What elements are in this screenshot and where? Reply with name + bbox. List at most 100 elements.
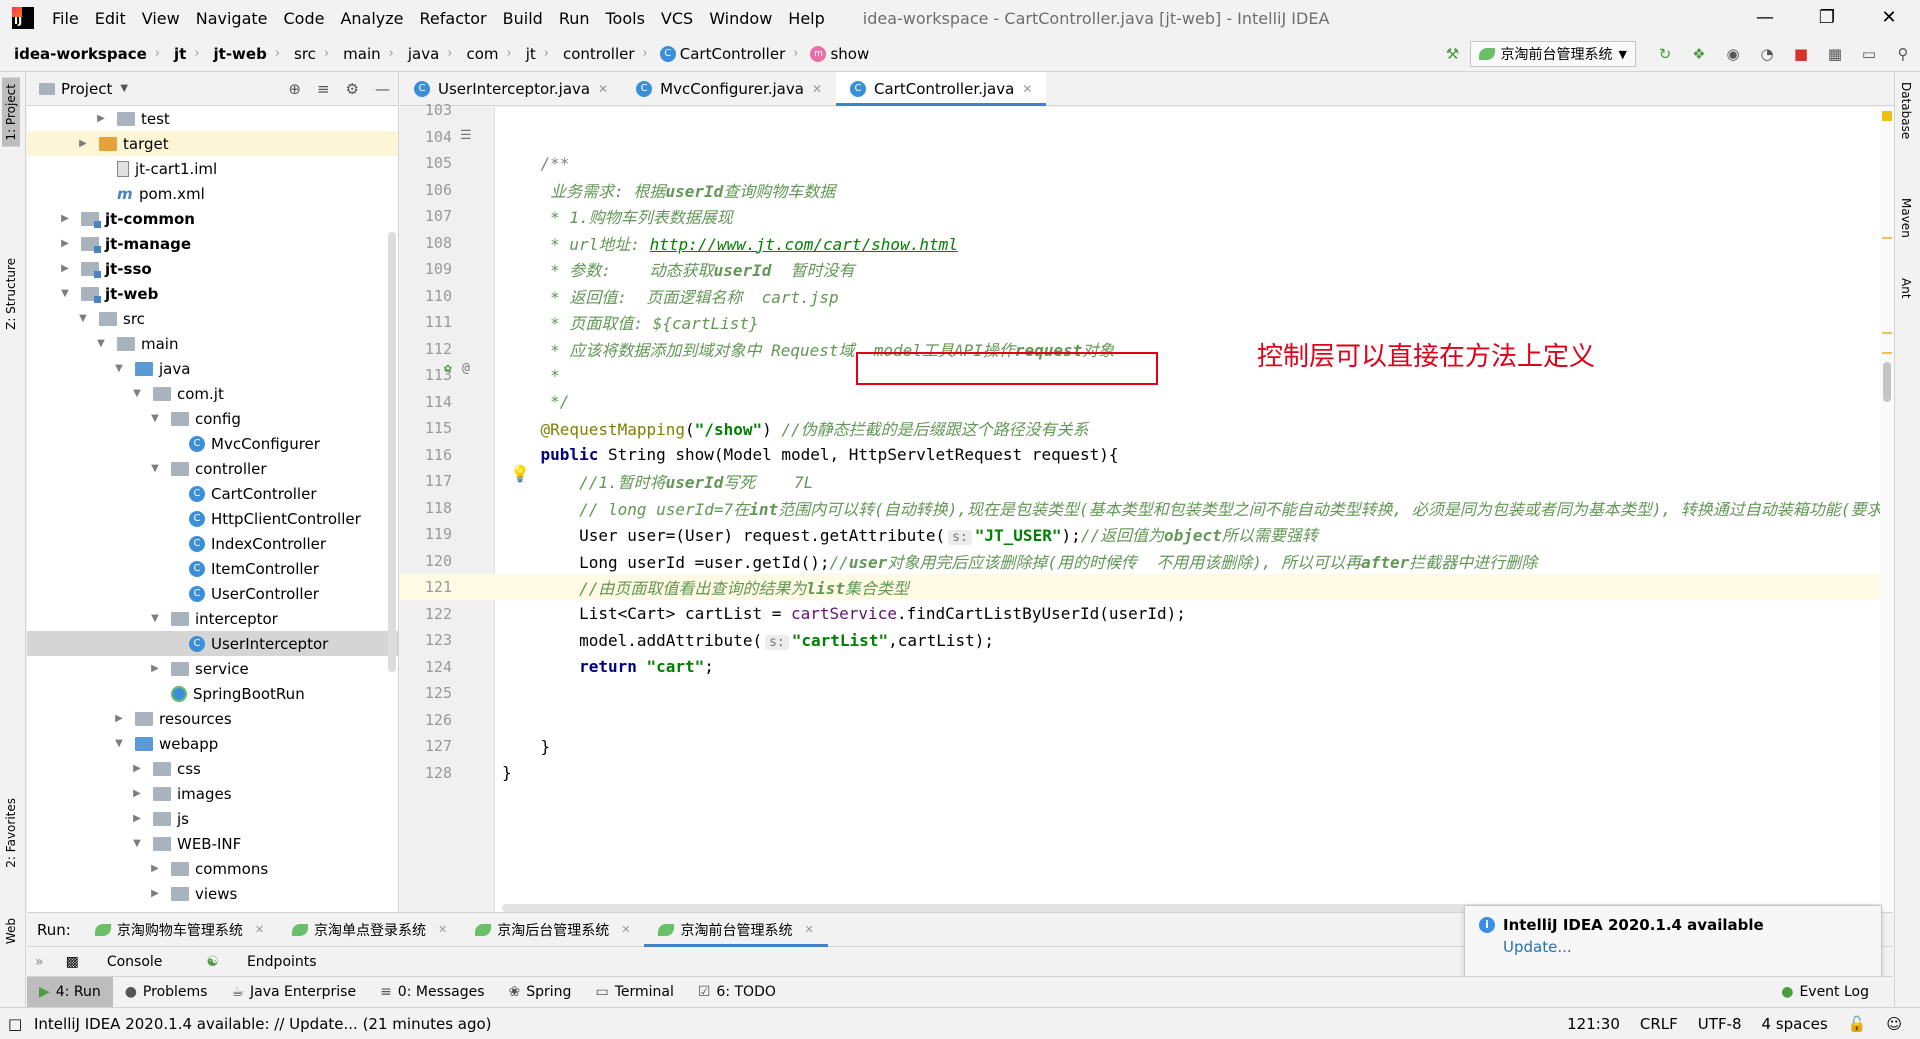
caret-position[interactable]: 121:30 [1567,1015,1620,1033]
tab-web[interactable]: Web [2,912,20,950]
minimize-icon[interactable]: — [1734,0,1796,36]
menu-item-analyze[interactable]: Analyze [332,9,411,28]
chevron-down-icon[interactable]: ▼ [95,338,107,349]
close-icon[interactable]: ✕ [255,923,264,936]
tab-structure[interactable]: Z: Structure [2,252,20,336]
tab-maven[interactable]: Maven [1897,192,1915,244]
tree-item[interactable]: ▼ config [27,406,398,431]
tool-tab[interactable]: ❀ Spring [497,977,584,1008]
tree-item[interactable]: C IndexController [27,531,398,556]
tree-item[interactable]: ▶ jt-common [27,206,398,231]
tab-project[interactable]: 1: Project [2,78,20,147]
chevron-down-icon[interactable]: ▼ [149,463,161,474]
tree-item[interactable]: m pom.xml [27,181,398,206]
chevron-right-icon[interactable]: ▶ [77,138,89,149]
tree-scrollbar[interactable] [388,232,396,672]
at-symbol-icon[interactable]: @ [462,361,470,376]
tree-item[interactable]: C CartController [27,481,398,506]
close-icon[interactable]: ✕ [1022,82,1032,96]
project-panel-title[interactable]: Project [61,80,112,98]
tree-item[interactable]: C MvcConfigurer [27,431,398,456]
update-link[interactable]: Update... [1503,938,1867,956]
debug-icon[interactable]: ❖ [1689,44,1709,64]
tree-item[interactable]: ▼ webapp [27,731,398,756]
run-tab[interactable]: 京淘单点登录系统 ✕ [278,913,461,947]
breadcrumb-item[interactable]: java [394,45,439,63]
breadcrumb-item[interactable]: jt-web [200,45,267,63]
menu-item-code[interactable]: Code [276,9,333,28]
status-toggle-icon[interactable]: □ [8,1015,22,1033]
chevron-down-icon[interactable]: ▼ [131,838,143,849]
expand-icon[interactable]: » [35,954,44,970]
gear-icon[interactable]: ⚙ [346,80,359,98]
tree-item[interactable]: ▶ jt-sso [27,256,398,281]
stripe-mark[interactable] [1882,332,1892,334]
status-message[interactable]: IntelliJ IDEA 2020.1.4 available: // Upd… [34,1015,492,1033]
menu-item-help[interactable]: Help [780,9,832,28]
close-icon[interactable]: ✕ [598,82,608,96]
menu-item-window[interactable]: Window [701,9,780,28]
tool-tab[interactable]: ▭ Terminal [583,977,685,1008]
close-icon[interactable]: ✕ [438,923,447,936]
menu-item-view[interactable]: View [134,9,188,28]
menu-item-navigate[interactable]: Navigate [188,9,276,28]
tree-item[interactable]: ▼ src [27,306,398,331]
chevron-right-icon[interactable]: ▶ [149,663,161,674]
tool-tab[interactable]: ≡ 0: Messages [368,977,496,1008]
tree-item[interactable]: ▶ jt-manage [27,231,398,256]
hide-icon[interactable]: — [375,80,390,98]
menu-item-tools[interactable]: Tools [598,9,653,28]
tree-item[interactable]: C HttpClientController [27,506,398,531]
tree-item[interactable]: ▶ resources [27,706,398,731]
tree-item[interactable]: ▼ java [27,356,398,381]
tree-item[interactable]: ▶ images [27,781,398,806]
chevron-right-icon[interactable]: ▶ [95,113,107,124]
tool-tab[interactable]: ☑ 6: TODO [686,977,788,1008]
stripe-mark[interactable] [1882,237,1892,239]
chevron-right-icon[interactable]: ▶ [113,713,125,724]
tree-item[interactable]: ▼ jt-web [27,281,398,306]
tool-tab[interactable]: ● Problems [113,977,220,1008]
collapse-all-icon[interactable]: ≡ [317,80,330,98]
breadcrumb-item[interactable]: CartController [680,45,786,63]
line-separator[interactable]: CRLF [1640,1015,1678,1033]
chevron-right-icon[interactable]: ▶ [131,763,143,774]
indent-setting[interactable]: 4 spaces [1762,1015,1828,1033]
breadcrumb-item[interactable]: controller [549,45,635,63]
tool-tab[interactable]: ▶ 4: Run [27,976,113,1008]
tree-item[interactable]: ▶ test [27,106,398,131]
close-icon[interactable]: ✕ [804,923,813,936]
chevron-right-icon[interactable]: ▶ [149,863,161,874]
file-encoding[interactable]: UTF-8 [1698,1015,1742,1033]
menu-item-edit[interactable]: Edit [87,9,134,28]
run-tab[interactable]: 京淘购物车管理系统 ✕ [81,913,278,947]
close-icon[interactable]: ✕ [812,82,822,96]
chevron-right-icon[interactable]: ▶ [59,238,71,249]
maximize-icon[interactable]: ❐ [1796,0,1858,36]
spring-mapping-icon[interactable]: ✿ [444,361,452,376]
rerun-icon[interactable]: ↻ [1655,44,1675,64]
tree-item[interactable]: C UserController [27,581,398,606]
layout-icon[interactable]: ▭ [1859,44,1879,64]
tree-item[interactable]: C ItemController [27,556,398,581]
menu-item-build[interactable]: Build [495,9,551,28]
coverage-icon[interactable]: ◉ [1723,44,1743,64]
lightbulb-icon[interactable]: 💡 [510,464,530,483]
tab-ant[interactable]: Ant [1897,272,1915,305]
editor-scroll-thumb[interactable] [1883,362,1891,402]
breadcrumb-item[interactable]: idea-workspace [0,45,147,63]
tree-item[interactable]: jt-cart1.iml [27,156,398,181]
menu-item-refactor[interactable]: Refactor [412,9,495,28]
close-icon[interactable]: ✕ [621,923,630,936]
run-tab[interactable]: 京淘前台管理系统 ✕ [644,913,828,947]
chevron-right-icon[interactable]: ▶ [131,813,143,824]
code-editor[interactable]: 103 104 105 /** 106 业务需求: 根据userId查询购物车数据 10… [400,101,1920,912]
chevron-down-icon[interactable]: ▼ [131,388,143,399]
tree-item[interactable]: ▶ js [27,806,398,831]
build-hammer-icon[interactable]: ⚒ [1443,44,1463,64]
chevron-down-icon[interactable]: ▼ [149,613,161,624]
chevron-right-icon[interactable]: ▶ [149,888,161,899]
tree-item[interactable]: SpringBootRun [27,681,398,706]
chevron-right-icon[interactable]: ▶ [59,213,71,224]
chevron-down-icon[interactable]: ▼ [59,288,71,299]
